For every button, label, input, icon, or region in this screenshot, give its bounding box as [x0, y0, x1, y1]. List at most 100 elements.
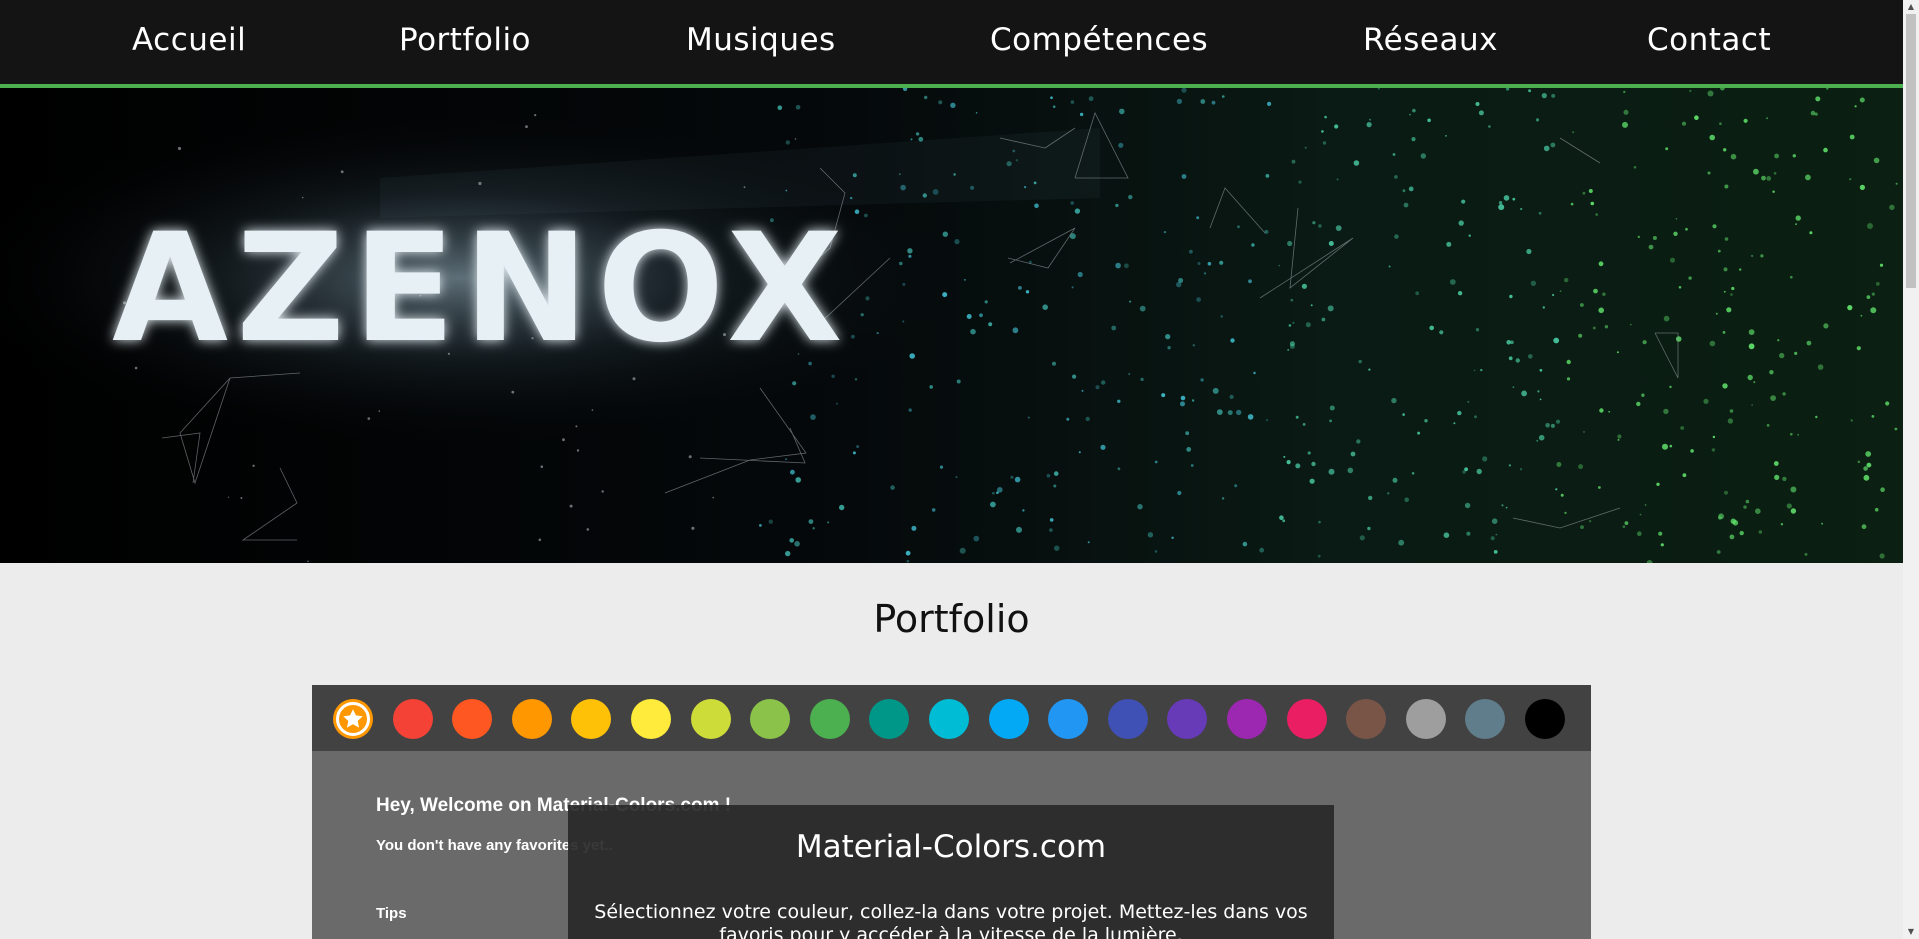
- star-particle: [1688, 276, 1692, 280]
- star-particle: [1755, 508, 1761, 514]
- star-particle: [1046, 473, 1051, 478]
- star-particle: [1680, 426, 1685, 430]
- swatch-black[interactable]: [1525, 699, 1565, 739]
- star-particle: [1636, 401, 1641, 407]
- star-particle: [1016, 526, 1022, 533]
- scroll-up-arrow[interactable]: ▲: [1903, 0, 1919, 14]
- nav-item-competences[interactable]: Compétences: [990, 22, 1208, 58]
- star-particle: [852, 173, 857, 178]
- star-particle: [1773, 172, 1777, 175]
- star-particle: [1358, 359, 1362, 364]
- star-particle: [1278, 264, 1281, 267]
- swatch-pink[interactable]: [1286, 699, 1327, 739]
- star-particle: [827, 521, 830, 524]
- star-particle: [1751, 404, 1753, 406]
- star-particle: [970, 185, 975, 190]
- star-particle: [1681, 121, 1687, 126]
- scroll-thumb[interactable]: [1906, 14, 1916, 288]
- star-particle: [1457, 291, 1463, 296]
- swatch-indigo[interactable]: [1107, 699, 1148, 739]
- star-particle: [1482, 456, 1488, 462]
- star-particle: [1012, 149, 1016, 153]
- swatch-deep-orange[interactable]: [452, 699, 493, 739]
- star-particle: [1115, 262, 1121, 269]
- swatch-amber[interactable]: [571, 699, 612, 739]
- star-particle: [1307, 451, 1311, 455]
- swatch-orange[interactable]: [511, 699, 552, 739]
- star-particle: [1810, 110, 1816, 116]
- star-particle: [1129, 300, 1132, 303]
- star-particle: [1871, 415, 1875, 418]
- star-particle: [1154, 460, 1158, 464]
- swatch-blue-grey[interactable]: [1465, 699, 1506, 739]
- star-particle: [1475, 328, 1480, 332]
- swatch-lime[interactable]: [690, 699, 731, 739]
- star-particle: [1639, 513, 1642, 516]
- scroll-down-arrow[interactable]: ▼: [1903, 925, 1919, 939]
- swatch-yellow[interactable]: [631, 699, 671, 739]
- star-particle: [922, 193, 927, 198]
- star-particle: [1617, 438, 1620, 441]
- star-particle: [785, 458, 788, 461]
- star-particle: [1578, 333, 1583, 338]
- nav-item-portfolio[interactable]: Portfolio: [399, 22, 531, 58]
- star-particle: [1792, 154, 1797, 158]
- portfolio-preview[interactable]: Hey, Welcome on Material-Colors.com ! Yo…: [312, 685, 1591, 939]
- page-scrollbar[interactable]: ▲ ▼: [1903, 0, 1919, 939]
- star-particle: [1673, 231, 1678, 236]
- star-particle: [1598, 261, 1604, 267]
- star-particle: [1730, 153, 1737, 160]
- star-particle: [1790, 508, 1797, 514]
- nav-item-musiques[interactable]: Musiques: [686, 22, 836, 58]
- swatch-blue[interactable]: [1048, 699, 1089, 739]
- star-particle: [1071, 286, 1074, 289]
- swatch-cyan[interactable]: [929, 699, 969, 739]
- swatch-green[interactable]: [809, 699, 850, 739]
- star-particle: [1795, 223, 1797, 226]
- star-particle: [1739, 268, 1742, 271]
- star-particle: [1402, 189, 1406, 193]
- nav-item-accueil[interactable]: Accueil: [132, 22, 246, 58]
- star-particle: [1849, 134, 1855, 140]
- swatch-deep-purple[interactable]: [1167, 699, 1208, 739]
- star-particle: [1794, 351, 1798, 355]
- star-particle: [997, 487, 1003, 493]
- star-particle: [1727, 418, 1734, 424]
- star-particle: [1790, 432, 1793, 436]
- star-particle: [1392, 477, 1398, 483]
- star-particle: [1417, 431, 1421, 435]
- star-particle: [1474, 415, 1477, 419]
- star-particle: [931, 508, 936, 512]
- star-particle: [1478, 110, 1484, 116]
- star-particle: [1449, 279, 1456, 285]
- swatch-light-blue[interactable]: [988, 699, 1029, 739]
- star-particle: [1588, 520, 1592, 523]
- star-particle: [1599, 408, 1604, 413]
- nav-item-reseaux[interactable]: Réseaux: [1363, 22, 1498, 58]
- star-particle: [1528, 354, 1533, 359]
- star-particle: [1304, 146, 1307, 149]
- star-particle: [1119, 108, 1125, 115]
- swatch-light-green[interactable]: [750, 699, 791, 739]
- swatch-brown[interactable]: [1346, 699, 1387, 739]
- star-particle: [1191, 399, 1195, 402]
- star-particle: [1242, 541, 1248, 547]
- swatch-red[interactable]: [392, 699, 433, 739]
- star-particle: [1359, 535, 1365, 541]
- star-particle: [1229, 394, 1234, 399]
- star-particle: [1739, 530, 1744, 536]
- nav-item-contact[interactable]: Contact: [1647, 22, 1771, 58]
- star-particle: [1823, 147, 1828, 153]
- project-overlay[interactable]: Material-Colors.com Sélectionnez votre c…: [568, 805, 1334, 939]
- favorites-swatch[interactable]: [336, 702, 370, 736]
- swatch-teal[interactable]: [869, 699, 910, 739]
- swatch-grey[interactable]: [1405, 699, 1446, 739]
- star-particle: [1873, 157, 1880, 164]
- swatch-purple[interactable]: [1227, 699, 1267, 739]
- star-particle: [1790, 486, 1797, 493]
- star-particle: [1648, 244, 1654, 250]
- star-particle: [1288, 324, 1292, 327]
- star-particle: [1100, 444, 1106, 450]
- star-particle: [569, 504, 573, 508]
- star-particle: [785, 189, 788, 192]
